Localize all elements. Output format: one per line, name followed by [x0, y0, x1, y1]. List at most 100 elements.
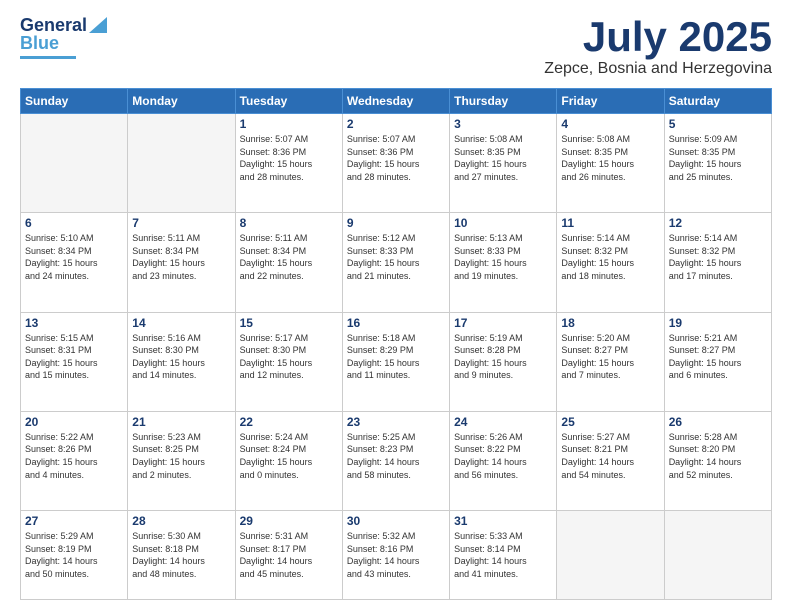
day-info: Sunrise: 5:16 AMSunset: 8:30 PMDaylight:…: [132, 332, 230, 382]
day-number: 17: [454, 316, 552, 330]
day-number: 22: [240, 415, 338, 429]
day-info: Sunrise: 5:24 AMSunset: 8:24 PMDaylight:…: [240, 431, 338, 481]
table-row: 8 Sunrise: 5:11 AMSunset: 8:34 PMDaylight…: [235, 213, 342, 312]
day-number: 18: [561, 316, 659, 330]
day-number: 27: [25, 514, 123, 528]
day-info: Sunrise: 5:15 AMSunset: 8:31 PMDaylight:…: [25, 332, 123, 382]
calendar: Sunday Monday Tuesday Wednesday Thursday…: [20, 88, 772, 600]
page: General Blue July 2025 Zepce, Bosnia and…: [0, 0, 792, 612]
day-number: 4: [561, 117, 659, 131]
table-row: 9 Sunrise: 5:12 AMSunset: 8:33 PMDaylight…: [342, 213, 449, 312]
day-number: 15: [240, 316, 338, 330]
day-number: 2: [347, 117, 445, 131]
day-info: Sunrise: 5:25 AMSunset: 8:23 PMDaylight:…: [347, 431, 445, 481]
table-row: 28Sunrise: 5:30 AMSunset: 8:18 PMDayligh…: [128, 511, 235, 600]
day-info: Sunrise: 5:26 AMSunset: 8:22 PMDaylight:…: [454, 431, 552, 481]
day-number: 21: [132, 415, 230, 429]
table-row: 13 Sunrise: 5:15 AMSunset: 8:31 PMDayligh…: [21, 312, 128, 411]
day-info: Sunrise: 5:32 AMSunset: 8:16 PMDaylight:…: [347, 530, 445, 580]
day-number: 12: [669, 216, 767, 230]
table-row: 12 Sunrise: 5:14 AMSunset: 8:32 PMDayligh…: [664, 213, 771, 312]
col-friday: Friday: [557, 89, 664, 114]
day-number: 16: [347, 316, 445, 330]
day-info: Sunrise: 5:19 AMSunset: 8:28 PMDaylight:…: [454, 332, 552, 382]
col-tuesday: Tuesday: [235, 89, 342, 114]
day-info: Sunrise: 5:21 AMSunset: 8:27 PMDaylight:…: [669, 332, 767, 382]
day-number: 3: [454, 117, 552, 131]
day-info: Sunrise: 5:23 AMSunset: 8:25 PMDaylight:…: [132, 431, 230, 481]
table-row: 31Sunrise: 5:33 AMSunset: 8:14 PMDayligh…: [450, 511, 557, 600]
table-row: 17 Sunrise: 5:19 AMSunset: 8:28 PMDayligh…: [450, 312, 557, 411]
col-saturday: Saturday: [664, 89, 771, 114]
day-number: 24: [454, 415, 552, 429]
day-info: Sunrise: 5:17 AMSunset: 8:30 PMDaylight:…: [240, 332, 338, 382]
table-row: 7 Sunrise: 5:11 AMSunset: 8:34 PMDaylight…: [128, 213, 235, 312]
table-row: 6 Sunrise: 5:10 AMSunset: 8:34 PMDaylight…: [21, 213, 128, 312]
table-row: 2 Sunrise: 5:07 AMSunset: 8:36 PMDaylight…: [342, 114, 449, 213]
table-row: 11 Sunrise: 5:14 AMSunset: 8:32 PMDayligh…: [557, 213, 664, 312]
day-number: 10: [454, 216, 552, 230]
table-row: 20 Sunrise: 5:22 AMSunset: 8:26 PMDayligh…: [21, 411, 128, 510]
day-info: Sunrise: 5:08 AMSunset: 8:35 PMDaylight:…: [561, 133, 659, 183]
location-title: Zepce, Bosnia and Herzegovina: [544, 60, 772, 78]
logo-icon: [89, 17, 107, 33]
day-number: 6: [25, 216, 123, 230]
day-info: Sunrise: 5:27 AMSunset: 8:21 PMDaylight:…: [561, 431, 659, 481]
day-info: Sunrise: 5:13 AMSunset: 8:33 PMDaylight:…: [454, 232, 552, 282]
day-info: Sunrise: 5:18 AMSunset: 8:29 PMDaylight:…: [347, 332, 445, 382]
table-row: 22 Sunrise: 5:24 AMSunset: 8:24 PMDayligh…: [235, 411, 342, 510]
day-number: 11: [561, 216, 659, 230]
col-sunday: Sunday: [21, 89, 128, 114]
day-number: 23: [347, 415, 445, 429]
table-row: 27Sunrise: 5:29 AMSunset: 8:19 PMDayligh…: [21, 511, 128, 600]
table-row: 18 Sunrise: 5:20 AMSunset: 8:27 PMDayligh…: [557, 312, 664, 411]
day-number: 19: [669, 316, 767, 330]
day-number: 7: [132, 216, 230, 230]
day-info: Sunrise: 5:28 AMSunset: 8:20 PMDaylight:…: [669, 431, 767, 481]
table-row: [664, 511, 771, 600]
day-info: Sunrise: 5:14 AMSunset: 8:32 PMDaylight:…: [561, 232, 659, 282]
logo: General Blue: [20, 16, 107, 59]
table-row: 29Sunrise: 5:31 AMSunset: 8:17 PMDayligh…: [235, 511, 342, 600]
day-info: Sunrise: 5:30 AMSunset: 8:18 PMDaylight:…: [132, 530, 230, 580]
day-number: 29: [240, 514, 338, 528]
col-wednesday: Wednesday: [342, 89, 449, 114]
day-info: Sunrise: 5:14 AMSunset: 8:32 PMDaylight:…: [669, 232, 767, 282]
day-info: Sunrise: 5:22 AMSunset: 8:26 PMDaylight:…: [25, 431, 123, 481]
title-section: July 2025 Zepce, Bosnia and Herzegovina: [544, 16, 772, 78]
day-number: 20: [25, 415, 123, 429]
table-row: [557, 511, 664, 600]
day-info: Sunrise: 5:09 AMSunset: 8:35 PMDaylight:…: [669, 133, 767, 183]
day-info: Sunrise: 5:08 AMSunset: 8:35 PMDaylight:…: [454, 133, 552, 183]
table-row: 4 Sunrise: 5:08 AMSunset: 8:35 PMDaylight…: [557, 114, 664, 213]
logo-text-blue: Blue: [20, 34, 59, 54]
table-row: [128, 114, 235, 213]
header: General Blue July 2025 Zepce, Bosnia and…: [20, 16, 772, 78]
day-info: Sunrise: 5:07 AMSunset: 8:36 PMDaylight:…: [347, 133, 445, 183]
month-title: July 2025: [544, 16, 772, 58]
table-row: 21 Sunrise: 5:23 AMSunset: 8:25 PMDayligh…: [128, 411, 235, 510]
day-number: 26: [669, 415, 767, 429]
day-number: 25: [561, 415, 659, 429]
table-row: 23 Sunrise: 5:25 AMSunset: 8:23 PMDayligh…: [342, 411, 449, 510]
day-number: 13: [25, 316, 123, 330]
day-info: Sunrise: 5:12 AMSunset: 8:33 PMDaylight:…: [347, 232, 445, 282]
day-number: 31: [454, 514, 552, 528]
day-number: 8: [240, 216, 338, 230]
table-row: 3 Sunrise: 5:08 AMSunset: 8:35 PMDaylight…: [450, 114, 557, 213]
calendar-header-row: Sunday Monday Tuesday Wednesday Thursday…: [21, 89, 772, 114]
logo-underline: [20, 56, 76, 59]
table-row: 24 Sunrise: 5:26 AMSunset: 8:22 PMDayligh…: [450, 411, 557, 510]
table-row: 26 Sunrise: 5:28 AMSunset: 8:20 PMDayligh…: [664, 411, 771, 510]
day-info: Sunrise: 5:11 AMSunset: 8:34 PMDaylight:…: [132, 232, 230, 282]
col-monday: Monday: [128, 89, 235, 114]
day-info: Sunrise: 5:10 AMSunset: 8:34 PMDaylight:…: [25, 232, 123, 282]
table-row: 19 Sunrise: 5:21 AMSunset: 8:27 PMDayligh…: [664, 312, 771, 411]
day-info: Sunrise: 5:11 AMSunset: 8:34 PMDaylight:…: [240, 232, 338, 282]
table-row: 15 Sunrise: 5:17 AMSunset: 8:30 PMDayligh…: [235, 312, 342, 411]
table-row: 1Sunrise: 5:07 AMSunset: 8:36 PMDaylight…: [235, 114, 342, 213]
day-number: 9: [347, 216, 445, 230]
day-info: Sunrise: 5:20 AMSunset: 8:27 PMDaylight:…: [561, 332, 659, 382]
day-number: 1: [240, 117, 338, 131]
table-row: 5Sunrise: 5:09 AMSunset: 8:35 PMDaylight…: [664, 114, 771, 213]
